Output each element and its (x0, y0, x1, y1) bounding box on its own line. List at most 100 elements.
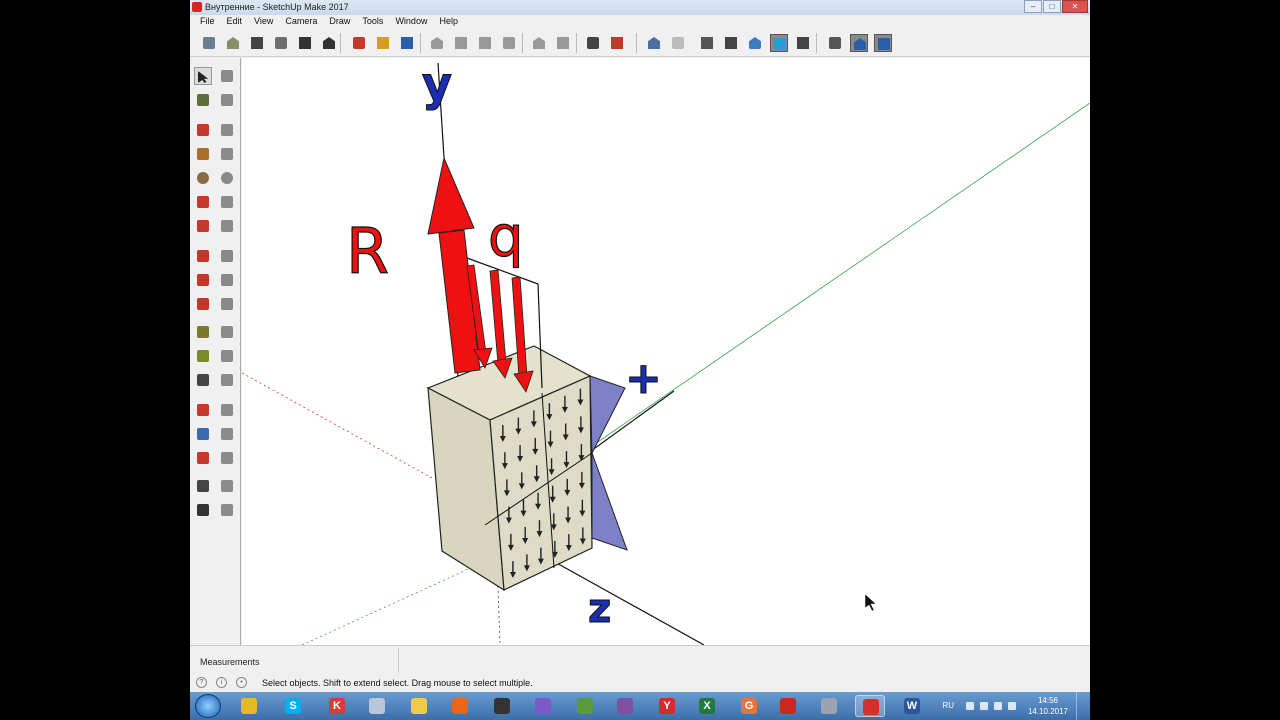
taskbar-chrome[interactable] (234, 695, 264, 717)
taskbar-kaspersky[interactable]: K (322, 695, 352, 717)
taskbar-pen[interactable] (528, 695, 558, 717)
rotated-rectangle-tool[interactable] (218, 145, 236, 163)
text-tool[interactable] (218, 347, 236, 365)
two-point-arc-tool[interactable] (218, 193, 236, 211)
menu-camera[interactable]: Camera (279, 15, 323, 29)
pie-tool[interactable] (218, 217, 236, 235)
move-tool[interactable] (194, 247, 212, 265)
three-point-arc-tool[interactable] (194, 217, 212, 235)
maximize-button[interactable]: □ (1043, 0, 1061, 13)
zoom-extents-tool[interactable] (194, 449, 212, 467)
push-pull-tool[interactable] (218, 247, 236, 265)
3d-warehouse-button[interactable] (224, 34, 242, 52)
taskbar-settings[interactable] (570, 695, 600, 717)
offset-tool[interactable] (218, 295, 236, 313)
tray-arrow-icon[interactable] (966, 702, 974, 710)
geo-location-icon[interactable]: ? (196, 677, 207, 688)
menu-edit[interactable]: Edit (221, 15, 249, 29)
house-outline-button[interactable] (296, 34, 314, 52)
scale-tool[interactable] (194, 295, 212, 313)
taskbar-excel[interactable]: X (692, 695, 722, 717)
taskbar-word[interactable]: W (897, 695, 927, 717)
hidden-line-button[interactable] (722, 34, 740, 52)
taskbar-obs[interactable] (487, 695, 517, 717)
show-desktop-button[interactable] (1076, 692, 1084, 720)
paste-button[interactable] (476, 34, 494, 52)
line-tool[interactable] (194, 121, 212, 139)
tape-measure-tool[interactable] (194, 323, 212, 341)
cloud-icon[interactable] (980, 702, 988, 710)
new-button[interactable] (350, 34, 368, 52)
eraser-tool[interactable] (218, 91, 236, 109)
clock[interactable]: 14:56 14.10.2017 (1028, 695, 1068, 717)
user-icon[interactable]: • (236, 677, 247, 688)
getting-started-button[interactable] (200, 34, 218, 52)
menu-tools[interactable]: Tools (356, 15, 389, 29)
minimize-button[interactable]: – (1024, 0, 1042, 13)
back-edges-button[interactable] (669, 34, 687, 52)
protractor-tool[interactable] (194, 347, 212, 365)
follow-me-tool[interactable] (218, 271, 236, 289)
iso-view-button[interactable] (850, 34, 868, 52)
wireframe-button[interactable] (698, 34, 716, 52)
taskbar-archiver[interactable] (362, 695, 392, 717)
previous-view-tool[interactable] (218, 449, 236, 467)
share-model-button[interactable] (272, 34, 290, 52)
monochrome-button[interactable] (794, 34, 812, 52)
taskbar-explorer[interactable] (404, 695, 434, 717)
shaded-button[interactable] (746, 34, 764, 52)
menu-file[interactable]: File (194, 15, 221, 29)
model-info-button[interactable] (608, 34, 626, 52)
taskbar-yandex[interactable]: Y (652, 695, 682, 717)
polygon-tool[interactable] (218, 169, 236, 187)
xray-button[interactable] (645, 34, 663, 52)
copy-button[interactable] (452, 34, 470, 52)
scene-canvas[interactable]: y R q + z (242, 58, 1090, 645)
taskbar-gmail[interactable]: G (734, 695, 764, 717)
rotate-tool[interactable] (194, 271, 212, 289)
position-camera-tool[interactable] (194, 477, 212, 495)
walk-tool[interactable] (194, 501, 212, 519)
drawing-viewport[interactable]: y R q + z (242, 58, 1090, 645)
3d-text-tool[interactable] (218, 371, 236, 389)
menu-help[interactable]: Help (433, 15, 464, 29)
credits-icon[interactable]: i (216, 677, 227, 688)
paint-bucket-tool[interactable] (194, 91, 212, 109)
circle-tool[interactable] (194, 169, 212, 187)
start-button[interactable] (195, 694, 221, 718)
rectangle-tool[interactable] (194, 145, 212, 163)
redo-button[interactable] (554, 34, 572, 52)
orbit-tool[interactable] (194, 401, 212, 419)
select-tool[interactable] (194, 67, 212, 85)
taskbar-tools[interactable] (814, 695, 844, 717)
freehand-tool[interactable] (218, 121, 236, 139)
menu-view[interactable]: View (248, 15, 279, 29)
close-button[interactable]: ✕ (1062, 0, 1088, 13)
pan-tool[interactable] (218, 401, 236, 419)
language-indicator[interactable]: RU (942, 701, 954, 710)
section-plane-tool[interactable] (218, 501, 236, 519)
open-button[interactable] (374, 34, 392, 52)
taskbar-firefox[interactable] (445, 695, 475, 717)
shaded-textures-button[interactable] (770, 34, 788, 52)
arc-tool[interactable] (194, 193, 212, 211)
erase-button[interactable] (500, 34, 518, 52)
taskbar-skype[interactable]: S (278, 695, 308, 717)
cut-button[interactable] (428, 34, 446, 52)
taskbar-viber[interactable] (610, 695, 640, 717)
menu-window[interactable]: Window (389, 15, 433, 29)
dimension-tool[interactable] (218, 323, 236, 341)
axes-tool[interactable] (194, 371, 212, 389)
network-icon[interactable] (994, 702, 1002, 710)
look-around-tool[interactable] (218, 477, 236, 495)
warehouse-button[interactable] (320, 34, 338, 52)
zoom-window-tool[interactable] (218, 425, 236, 443)
taskbar-acrobat[interactable] (773, 695, 803, 717)
component-tool[interactable] (218, 67, 236, 85)
position-camera-button[interactable] (826, 34, 844, 52)
save-button[interactable] (398, 34, 416, 52)
volume-icon[interactable] (1008, 702, 1016, 710)
measurements-box[interactable]: Measurements (190, 648, 399, 672)
taskbar-sketchup[interactable] (855, 695, 885, 717)
print-button[interactable] (584, 34, 602, 52)
